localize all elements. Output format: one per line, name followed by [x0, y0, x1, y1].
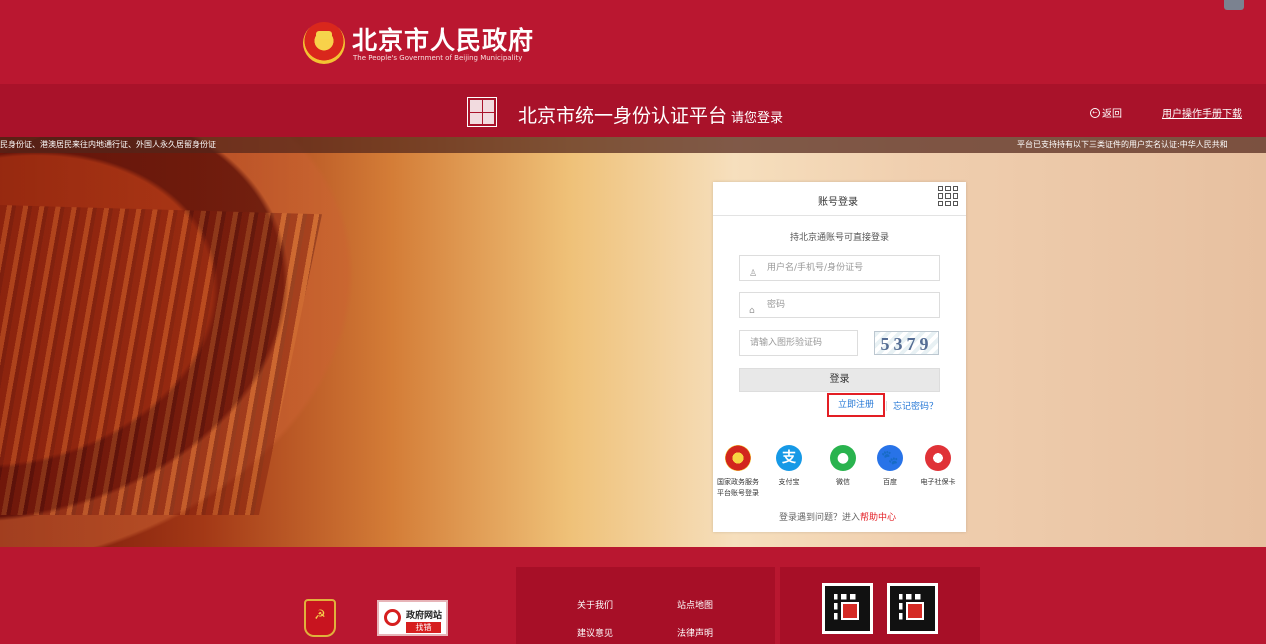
- back-label: 返回: [1102, 109, 1122, 120]
- platform-title: 北京市统一身份认证平台 请您登录: [518, 101, 783, 128]
- wechat-icon: ●: [830, 445, 856, 471]
- social-security-card-login-button[interactable]: 电子社保卡: [908, 445, 968, 487]
- ticker-right-text: 平台已支持持有以下三类证件的用户实名认证:中华人民共和: [1017, 140, 1228, 149]
- footer-links: 关于我们 站点地图 建议意见 法律声明: [516, 567, 775, 644]
- login-panel: 账号登录 持北京通账号可直接登录 ♙ 用户名/手机号/身份证号 ⌂ 密码 请输入…: [713, 182, 966, 532]
- platform-title-text: 北京市统一身份认证平台: [518, 105, 728, 127]
- back-circle-icon: ←: [1090, 107, 1100, 118]
- error-report-subtitle: 找错: [406, 622, 441, 633]
- legal-statement-link[interactable]: 法律声明: [677, 626, 713, 639]
- social-security-card-icon: [925, 445, 951, 471]
- capital-logo-icon: [467, 97, 497, 127]
- help-center-link[interactable]: 帮助中心: [860, 513, 896, 523]
- hero-background: 民身份证、港澳居民来往内地通行证、外国人永久居留身份证 平台已支持持有以下三类证…: [0, 137, 1266, 547]
- forgot-password-link[interactable]: 忘记密码？: [893, 399, 938, 412]
- captcha-image[interactable]: 5379: [874, 331, 939, 355]
- login-note: 持北京通账号可直接登录: [790, 233, 890, 243]
- sitemap-link[interactable]: 站点地图: [677, 598, 713, 611]
- government-title: 北京市人民政府: [352, 26, 535, 55]
- login-tab-row: 账号登录: [713, 182, 966, 216]
- password-input[interactable]: ⌂ 密码: [739, 292, 940, 318]
- third-party-login-providers: 国家政务服务 平台账号登录 支 支付宝 ● 微信 🐾 百度 电子社保卡: [713, 445, 966, 502]
- lock-icon: ⌂: [749, 306, 755, 316]
- suggestions-link[interactable]: 建议意见: [577, 626, 613, 639]
- login-help-text: 登录遇到问题？进入帮助中心: [779, 510, 896, 523]
- platform-bar: 北京市统一身份认证平台 请您登录 ← 返回 用户操作手册下载: [0, 84, 1266, 137]
- baidu-paw-icon: 🐾: [877, 445, 903, 471]
- error-report-title: 政府网站: [406, 611, 443, 621]
- government-website-error-report-button[interactable]: 政府网站 找错: [377, 600, 448, 636]
- right-qr-code-icon: [887, 583, 938, 634]
- site-header: 北京市人民政府 The People's Government of Beiji…: [0, 0, 1266, 84]
- captcha-input[interactable]: 请输入图形验证码: [739, 330, 858, 356]
- register-now-link[interactable]: 立即注册: [827, 393, 885, 417]
- login-button[interactable]: 登录: [739, 368, 940, 392]
- national-gov-emblem-icon: [725, 445, 751, 471]
- account-login-tab[interactable]: 账号登录: [818, 193, 858, 208]
- username-input[interactable]: ♙ 用户名/手机号/身份证号: [739, 255, 940, 281]
- magnifier-icon: [384, 609, 401, 626]
- alipay-login-button[interactable]: 支 支付宝: [759, 445, 819, 487]
- government-emblem-icon: [303, 22, 345, 64]
- alipay-icon: 支: [776, 445, 802, 471]
- username-placeholder: 用户名/手机号/身份证号: [767, 263, 864, 273]
- back-link[interactable]: ← 返回: [1090, 105, 1122, 120]
- supported-id-ticker: 民身份证、港澳居民来往内地通行证、外国人永久居留身份证 平台已支持持有以下三类证…: [0, 137, 1266, 153]
- footer-qr-codes: [780, 567, 980, 644]
- platform-login-prompt: 请您登录: [731, 111, 784, 126]
- link-divider: [886, 401, 887, 411]
- left-qr-code-icon: [822, 583, 873, 634]
- help-prefix: 登录遇到问题？进入: [779, 513, 861, 523]
- alipay-label: 支付宝: [778, 478, 800, 486]
- party-government-badge-icon[interactable]: ☭: [304, 599, 336, 637]
- browser-extension-icon[interactable]: [1224, 0, 1244, 10]
- user-icon: ♙: [749, 269, 758, 279]
- site-footer: ☭ 政府网站 找错 关于我们 站点地图 建议意见 法律声明: [0, 547, 1266, 644]
- social-security-card-label: 电子社保卡: [920, 478, 956, 486]
- qr-code-icon[interactable]: [938, 186, 958, 206]
- password-placeholder: 密码: [767, 300, 786, 310]
- ticker-left-text: 民身份证、港澳居民来往内地通行证、外国人永久居留身份证: [0, 140, 216, 149]
- government-subtitle: The People's Government of Beijing Munic…: [353, 54, 523, 62]
- user-manual-download-link[interactable]: 用户操作手册下载: [1162, 105, 1242, 120]
- about-us-link[interactable]: 关于我们: [577, 598, 613, 611]
